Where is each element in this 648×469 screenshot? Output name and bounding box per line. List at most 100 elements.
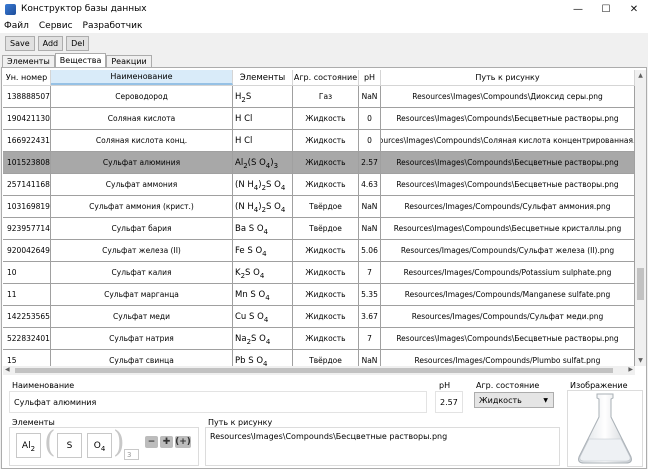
cell-id[interactable]: 15: [3, 350, 51, 366]
column-header-ph[interactable]: pH: [359, 70, 381, 85]
cell-name[interactable]: Сульфат аммония (крист.): [51, 196, 233, 217]
menu-file[interactable]: Файл: [4, 21, 29, 31]
cell-ph[interactable]: 7: [359, 328, 381, 349]
cell-name[interactable]: Сульфат калия: [51, 262, 233, 283]
table-row[interactable]: 1015238087 Сульфат алюминия Al 2 (S O 4) 3 Жид…: [3, 152, 635, 174]
add-element-icon[interactable]: ✚: [160, 436, 173, 448]
cell-state[interactable]: Твёрдое: [293, 350, 359, 366]
cell-id[interactable]: 1669224314: [3, 130, 51, 151]
cell-formula[interactable]: H Cl: [233, 108, 293, 129]
cell-formula[interactable]: Mn S O4: [233, 284, 293, 305]
cell-state[interactable]: Жидкость: [293, 152, 359, 173]
element-s[interactable]: S: [57, 433, 82, 458]
cell-id[interactable]: 10: [3, 262, 51, 283]
cell-formula[interactable]: Na 2 S O4: [233, 328, 293, 349]
cell-path[interactable]: Resources\Images\Compounds\Бесцветные ра…: [381, 174, 635, 195]
cell-state[interactable]: Жидкость: [293, 306, 359, 327]
cell-state[interactable]: Жидкость: [293, 108, 359, 129]
cell-name[interactable]: Сульфат меди: [51, 306, 233, 327]
table-row[interactable]: 10 Сульфат калия K 2 S O 4 Жидкость 7 Resources…: [3, 262, 635, 284]
table-row[interactable]: 11 Сульфат марганца Mn S O 4 Жидкость 5.35 Res…: [3, 284, 635, 306]
scroll-thumb[interactable]: [637, 268, 644, 300]
element-o[interactable]: O4: [87, 433, 112, 458]
cell-state[interactable]: Жидкость: [293, 328, 359, 349]
cell-formula[interactable]: (N H 4) 2 S O4: [233, 196, 293, 217]
cell-path[interactable]: Resources/Images/Compounds/Plumbo sulfat…: [381, 350, 635, 366]
cell-ph[interactable]: NaN: [359, 86, 381, 107]
cell-id[interactable]: 190421130: [3, 108, 51, 129]
table-row[interactable]: 1422535656 Сульфат меди Cu S O 4 Жидкость 3.6…: [3, 306, 635, 328]
cell-name[interactable]: Соляная кислота конц.: [51, 130, 233, 151]
tab-reactions[interactable]: Реакции: [106, 55, 152, 67]
cell-state[interactable]: Жидкость: [293, 130, 359, 151]
cell-id[interactable]: 920042649: [3, 240, 51, 261]
cell-id[interactable]: 11: [3, 284, 51, 305]
cell-formula[interactable]: Al 2 (S O 4) 3: [233, 152, 293, 173]
cell-name[interactable]: Сульфат аммония: [51, 174, 233, 195]
cell-formula[interactable]: Ba S O4: [233, 218, 293, 239]
cell-formula[interactable]: (N H 4) 2 S O4: [233, 174, 293, 195]
cell-formula[interactable]: H Cl: [233, 130, 293, 151]
table-row[interactable]: 257141168 Сульфат аммония (N H 4) 2 S O 4 Жидк…: [3, 174, 635, 196]
menu-developer[interactable]: Разработчик: [83, 21, 143, 31]
cell-id[interactable]: 1422535656: [3, 306, 51, 327]
cell-state[interactable]: Газ: [293, 86, 359, 107]
table-row[interactable]: 923957714 Сульфат бария Ba S O 4 Твёрдое NaN R…: [3, 218, 635, 240]
cell-state[interactable]: Твёрдое: [293, 218, 359, 239]
remove-element-icon[interactable]: −: [145, 436, 158, 448]
cell-path[interactable]: Resources\Images\Compounds\Бесцветные ра…: [381, 328, 635, 349]
add-button[interactable]: Add: [37, 35, 64, 51]
cell-name[interactable]: Соляная кислота: [51, 108, 233, 129]
cell-path[interactable]: Resources\Images\Compounds\Соляная кисло…: [381, 130, 635, 151]
column-header-name[interactable]: Наименование: [51, 70, 233, 85]
cell-path[interactable]: Resources/Images/Compounds/Сульфат аммон…: [381, 196, 635, 217]
element-al[interactable]: Al 2: [16, 433, 41, 458]
table-row[interactable]: 920042649 Сульфат железа (II) Fe S O 4 Жидко…: [3, 240, 635, 262]
scroll-down-icon[interactable]: ▼: [635, 355, 646, 366]
cell-ph[interactable]: NaN: [359, 350, 381, 366]
state-select[interactable]: Жидкость ▼: [474, 392, 554, 408]
cell-ph[interactable]: 0: [359, 108, 381, 129]
cell-id[interactable]: 1015238087: [3, 152, 51, 173]
cell-name[interactable]: Сульфат марганца: [51, 284, 233, 305]
cell-id[interactable]: 923957714: [3, 218, 51, 239]
cell-id[interactable]: 1388885079: [3, 86, 51, 107]
cell-ph[interactable]: 3.67: [359, 306, 381, 327]
cell-id[interactable]: 1031698197: [3, 196, 51, 217]
hscroll-thumb[interactable]: [15, 368, 613, 373]
ph-input[interactable]: 2.57: [435, 391, 463, 413]
table-row[interactable]: 190421130 Соляная кислота H Cl Жидкость 0 Res…: [3, 108, 635, 130]
minimize-button[interactable]: —: [564, 0, 592, 18]
cell-state[interactable]: Жидкость: [293, 284, 359, 305]
grid-horizontal-scrollbar[interactable]: ◀ ▶: [3, 366, 635, 375]
cell-path[interactable]: Resources/Images/Compounds/Сульфат меди.…: [381, 306, 635, 327]
cell-name[interactable]: Сероводород: [51, 86, 233, 107]
cell-state[interactable]: Жидкость: [293, 262, 359, 283]
cell-state[interactable]: Твёрдое: [293, 196, 359, 217]
cell-ph[interactable]: 5.06: [359, 240, 381, 261]
image-box[interactable]: [567, 390, 643, 467]
scroll-left-icon[interactable]: ◀: [5, 366, 10, 373]
cell-path[interactable]: Resources\Images\Compounds\Бесцветные ра…: [381, 108, 635, 129]
cell-ph[interactable]: 2.57: [359, 152, 381, 173]
cell-state[interactable]: Жидкость: [293, 174, 359, 195]
cell-formula[interactable]: K2 S O4: [233, 262, 293, 283]
cell-ph[interactable]: NaN: [359, 218, 381, 239]
add-group-icon[interactable]: (+): [175, 436, 191, 448]
column-header-id[interactable]: Ун. номер: [3, 70, 51, 85]
tab-substances[interactable]: Вещества: [54, 53, 107, 67]
maximize-button[interactable]: ☐: [592, 0, 620, 18]
cell-ph[interactable]: 5.35: [359, 284, 381, 305]
menu-service[interactable]: Сервис: [39, 21, 73, 31]
cell-formula[interactable]: Cu S O4: [233, 306, 293, 327]
cell-id[interactable]: 257141168: [3, 174, 51, 195]
cell-ph[interactable]: 7: [359, 262, 381, 283]
save-button[interactable]: Save: [5, 35, 35, 51]
cell-path[interactable]: Resources/Images/Compounds/Potassium sul…: [381, 262, 635, 283]
cell-ph[interactable]: NaN: [359, 196, 381, 217]
name-input[interactable]: Сульфат алюминия: [9, 391, 427, 413]
cell-path[interactable]: Resources\Images\Compounds\Диоксид серы.…: [381, 86, 635, 107]
cell-id[interactable]: 522832401: [3, 328, 51, 349]
cell-path[interactable]: Resources/Images/Compounds/Сульфат желез…: [381, 240, 635, 261]
cell-name[interactable]: Сульфат натрия: [51, 328, 233, 349]
